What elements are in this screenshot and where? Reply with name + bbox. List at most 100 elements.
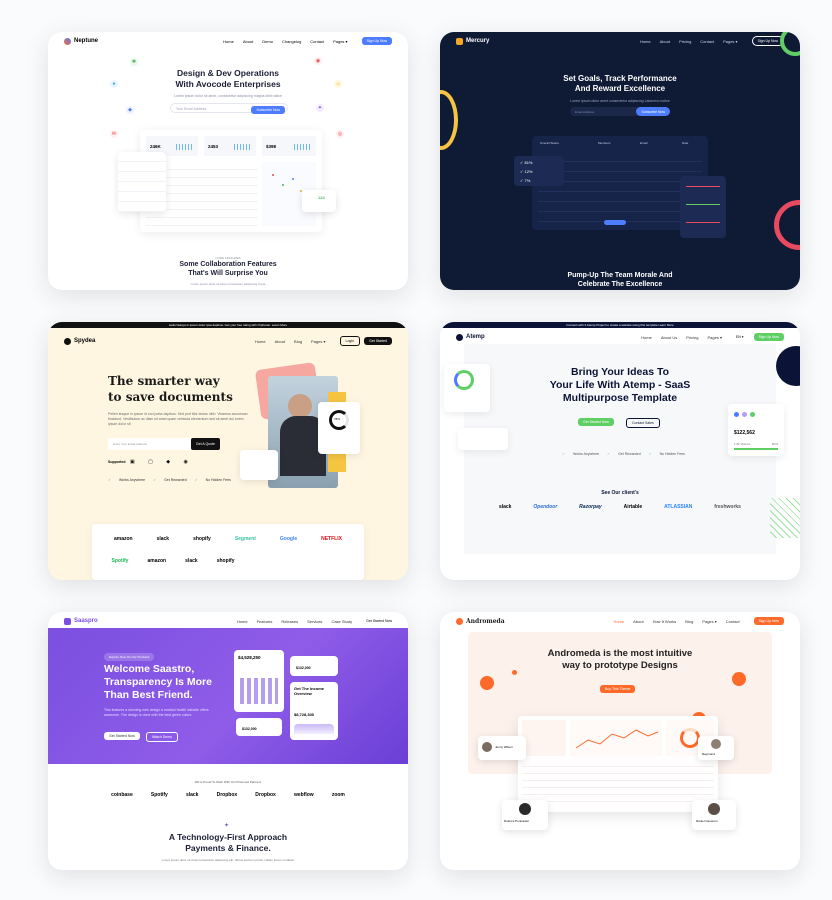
logo[interactable]: Atemp [456,333,485,341]
nav-link-blog[interactable]: Blog [294,339,302,344]
partner-logo: coinbase [111,792,133,798]
nav-link-about[interactable]: About Us [661,335,677,340]
nav-link-pages[interactable]: Pages ▾ [333,39,347,44]
template-card-atemp[interactable]: Connect with 2 Atemp Project to create a… [440,322,800,580]
client-logo: Opendoor [533,504,558,510]
signup-button[interactable]: Sign Up Now [361,37,392,45]
nav-link-home[interactable]: Home [255,339,266,344]
logo[interactable]: Mercury [456,37,489,45]
template-card-saaspro[interactable]: Saaspro Home Features Releases Services … [48,612,408,870]
nav-link-about[interactable]: About [243,39,253,44]
progress-widget [444,364,490,412]
watch-demo-button[interactable]: Watch Demo [146,732,179,742]
hero-subtitle: Lorem ipsum dolor sit amet, consectetur … [174,94,282,98]
signup-button[interactable]: Sign Up Now [753,617,784,625]
partner-logo: Dropbox [216,792,238,798]
navbar: Saaspro Home Features Releases Services … [48,614,408,628]
hero-headline: The smarter way to save documents [108,374,233,404]
profile-card: Raymond [698,736,734,760]
clients-title: See Our client's [601,490,639,496]
decor-pattern [770,498,800,538]
decor-dot [732,672,746,686]
stat-card: 2453 [204,136,256,156]
nav-link-pages[interactable]: Pages ▾ [702,619,716,624]
nav-link-home[interactable]: Home [613,619,624,624]
announcement-bar: Connect with 2 Atemp Project to create a… [440,322,800,328]
nav-link-home[interactable]: Home [237,619,248,624]
logo[interactable]: Saaspro [64,617,98,625]
nav-link-home[interactable]: Home [223,39,234,44]
nav-link-contact[interactable]: Contact [310,39,324,44]
load-more-button[interactable] [604,220,626,225]
partner-logo: Dropbox [255,792,276,798]
nav-link-pages[interactable]: Pages ▾ [311,339,325,344]
login-button[interactable]: Login [339,336,361,346]
get-started-link[interactable]: Get Started Now [366,619,392,623]
figma-icon: ✦ [316,104,324,112]
nav-link-demo[interactable]: Demo [262,39,273,44]
nav-link-services[interactable]: Services [307,619,322,624]
navbar: Neptune Home About Demo Changelog Contac… [48,34,408,48]
email-field[interactable]: Email Address Subscribe Now [570,107,670,116]
subscribe-button[interactable]: Subscribe Now [636,107,670,116]
buy-theme-button[interactable]: Buy This Theme [600,685,636,693]
email-field[interactable]: Enter Your Email Address Get A Quote [108,438,220,450]
nav-link-about[interactable]: About [660,39,670,44]
nav-link-releases[interactable]: Releases [281,619,298,624]
files-widget [240,450,278,480]
partner-logo: zoom [331,792,345,798]
template-card-mercury[interactable]: Mercury Home About Pricing Contact Pages… [440,32,800,290]
nav-link-features[interactable]: Features [257,619,273,624]
template-card-andromeda[interactable]: Andromeda Home About How It Works Blog P… [440,612,800,870]
section-title: Some Collaboration Features That's Will … [179,261,277,277]
logo[interactable]: Spydea [64,337,95,345]
brand-logo: NETFLIX [321,536,342,542]
template-card-spydea[interactable]: Hello! Easya in ipsum dolor ipsa dapibus… [48,322,408,580]
growth-widget: 124 [302,190,336,212]
profile-card: Jenny Wilson [478,736,526,760]
hero-badge: Explore Now On Our Products [104,653,155,661]
nav-link-pricing[interactable]: Pricing [686,335,698,340]
section-title: A Technology-First Approach Payments & F… [168,832,288,853]
logo[interactable]: Andromeda [456,617,505,625]
logo[interactable]: Neptune [64,37,98,45]
partner-logo: webflow [293,792,314,798]
dashboard-preview [518,716,718,812]
quote-button[interactable]: Get A Quote [190,438,220,450]
nav-link-pages[interactable]: Pages ▾ [723,39,737,44]
get-started-button[interactable]: Get Started Now [578,418,614,426]
nav-link-blog[interactable]: Blog [685,619,693,624]
sparkle-icon: ✦ [224,823,230,829]
feature-checks: ✓ Works Anywhere ✓ Get Rewarded ✓ No Hidden… [562,452,685,456]
hero-headline: Set Goals, Track Performance And Reward … [563,74,677,93]
client-logo: Razorpay [579,504,602,510]
nav-link-changelog[interactable]: Changelog [282,39,301,44]
nav-link-pricing[interactable]: Pricing [679,39,691,44]
contact-sales-button[interactable]: Contact Sales [626,418,660,428]
nav-link-about[interactable]: About [275,339,285,344]
nav-link-how-it-works[interactable]: How It Works [653,619,677,624]
get-started-button[interactable]: Get Started Now [104,732,140,740]
signup-button[interactable]: Sign Up Now [753,333,784,341]
nav-link-case-study[interactable]: Case Study [331,619,352,624]
chart-widget [680,176,726,238]
income-card: Get The Income Overview $8,728,300 [290,682,338,740]
shield-icon: ◉ [314,57,322,65]
template-card-neptune[interactable]: Neptune Home About Demo Changelog Contac… [48,32,408,290]
nav-link-contact[interactable]: Contact [700,39,714,44]
nav-link-pages[interactable]: Pages ▾ [708,335,722,340]
partner-logo: Spotify [150,792,168,798]
nav-link-about[interactable]: About [633,619,643,624]
language-select[interactable]: EN ▾ [736,335,744,339]
emoji-icon: ☺ [334,80,342,88]
hero-subtitle: This features a stunning web design a ma… [104,708,209,717]
nav-link-home[interactable]: Home [640,39,651,44]
brand-logo: shopify [193,536,211,542]
get-started-button[interactable]: Get Started [364,337,392,345]
subscribe-button[interactable]: Subscribe Now [251,105,285,114]
nav-link-contact[interactable]: Contact [726,619,740,624]
email-field[interactable]: Your Email Address Subscribe Now [170,103,288,114]
nav-link-home[interactable]: Home [641,335,652,340]
stat-card: $132,000 [290,656,338,676]
progress-widget: ✓ 81% ✓ 12% ✓ 7% [514,156,564,186]
